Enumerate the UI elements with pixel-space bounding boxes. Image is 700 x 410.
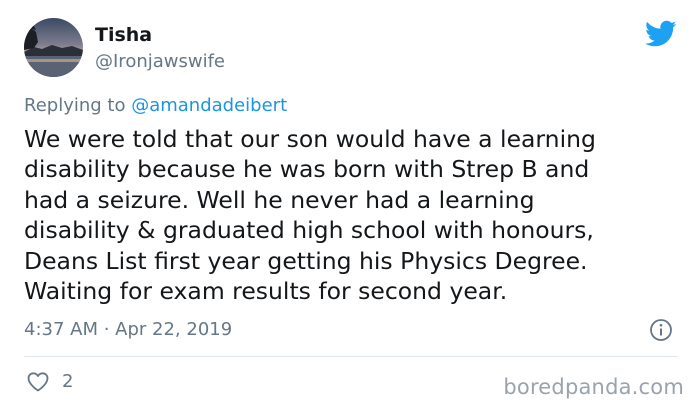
replying-to-label: Replying to bbox=[24, 95, 132, 116]
info-icon[interactable] bbox=[649, 318, 673, 342]
tweet-card: Tisha @Ironjawswife Replying to @amandad… bbox=[0, 0, 700, 410]
watermark: boredpanda.com bbox=[503, 375, 684, 399]
twitter-bird-icon[interactable] bbox=[645, 20, 677, 48]
heart-icon[interactable] bbox=[26, 370, 50, 394]
divider bbox=[24, 356, 678, 357]
tweet-timestamp[interactable]: 4:37 AM · Apr 22, 2019 bbox=[24, 318, 232, 342]
author-display-name[interactable]: Tisha bbox=[95, 23, 152, 47]
author-handle[interactable]: @Ironjawswife bbox=[95, 50, 225, 74]
reply-mention-link[interactable]: @amandadeibert bbox=[131, 95, 287, 116]
tweet-text: We were told that our son would have a l… bbox=[24, 125, 596, 306]
replying-to-line: Replying to @amandadeibert bbox=[24, 94, 287, 118]
avatar-lake-sunset-image bbox=[24, 18, 83, 77]
like-count: 2 bbox=[62, 371, 74, 392]
avatar[interactable] bbox=[24, 18, 83, 77]
